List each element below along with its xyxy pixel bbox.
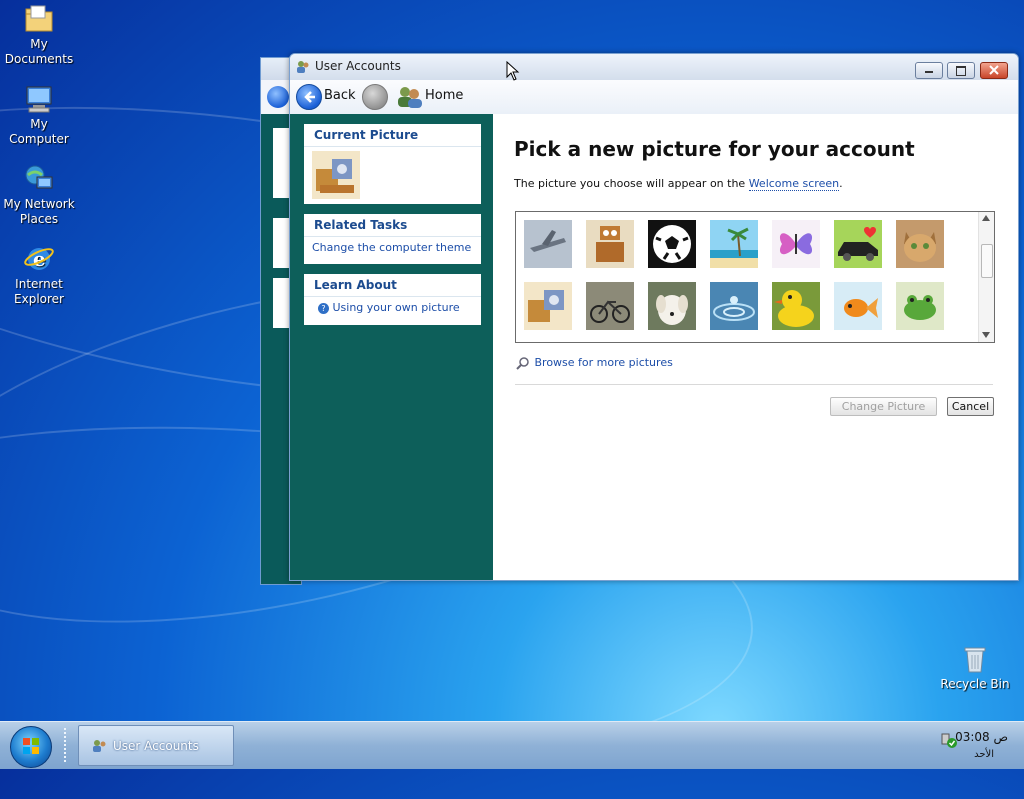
picture-car[interactable] bbox=[834, 220, 882, 268]
minimize-icon bbox=[925, 71, 933, 73]
internet-explorer-icon: e bbox=[23, 243, 55, 275]
picture-robot[interactable] bbox=[586, 220, 634, 268]
change-picture-button[interactable]: Change Picture bbox=[830, 397, 937, 416]
desktop-icon-my-computer[interactable]: My Computer bbox=[0, 83, 78, 147]
picture-soccer-ball[interactable] bbox=[648, 220, 696, 268]
desktop-icon-label: Explorer bbox=[14, 292, 64, 306]
forward-arrow-icon[interactable] bbox=[362, 84, 388, 110]
panel-heading: Learn About bbox=[304, 274, 481, 297]
maximize-button[interactable] bbox=[947, 62, 975, 79]
help-icon: ? bbox=[318, 302, 329, 314]
back-icon[interactable] bbox=[267, 86, 289, 108]
related-tasks-panel: Related Tasks Change the computer theme bbox=[304, 214, 481, 264]
clock-day: الأحد bbox=[974, 749, 994, 760]
picture-puppy[interactable] bbox=[648, 282, 696, 330]
home-button-label[interactable]: Home bbox=[425, 88, 463, 103]
taskbar-button-user-accounts[interactable]: User Accounts bbox=[78, 725, 234, 766]
cancel-button[interactable]: Cancel bbox=[947, 397, 994, 416]
back-arrow-icon[interactable] bbox=[296, 84, 322, 110]
back-button-label[interactable]: Back bbox=[324, 88, 356, 103]
welcome-screen-link[interactable]: Welcome screen bbox=[748, 177, 840, 191]
recycle-bin-icon bbox=[959, 643, 991, 675]
current-picture-panel: Current Picture bbox=[304, 124, 481, 204]
gallery-scrollbar[interactable] bbox=[978, 212, 994, 342]
navigation-toolbar: Back Home bbox=[290, 80, 1018, 115]
scroll-up-icon[interactable] bbox=[982, 215, 990, 221]
start-button[interactable] bbox=[10, 726, 52, 768]
desktop-icon-label: My bbox=[30, 37, 48, 51]
current-picture-thumbnail bbox=[312, 151, 360, 199]
learn-about-panel: Learn About ? Using your own picture bbox=[304, 274, 481, 325]
picture-kitten[interactable] bbox=[896, 220, 944, 268]
description-text: The picture you choose will appear on th… bbox=[514, 177, 843, 191]
picture-beach[interactable] bbox=[710, 220, 758, 268]
desktop-icon-label: My Network bbox=[3, 197, 75, 211]
own-picture-help-link[interactable]: ? Using your own picture bbox=[304, 297, 481, 319]
browse-link-label: Browse for more pictures bbox=[534, 356, 673, 369]
clock-time[interactable]: 03:08 ص bbox=[955, 730, 1008, 744]
desktop-icon-label: My Computer bbox=[9, 117, 69, 146]
task-sidebar: Current Picture Related Tasks Change the… bbox=[290, 114, 493, 580]
scroll-thumb[interactable] bbox=[981, 244, 993, 278]
folder-icon bbox=[23, 3, 55, 35]
computer-icon bbox=[23, 83, 55, 115]
desktop-icon-recycle-bin[interactable]: Recycle Bin bbox=[936, 643, 1014, 692]
picture-gallery bbox=[515, 211, 995, 343]
change-theme-link[interactable]: Change the computer theme bbox=[304, 237, 481, 259]
mouse-cursor-icon bbox=[506, 61, 520, 81]
desktop-icon-label: Places bbox=[19, 212, 59, 226]
desktop-icon-label: Recycle Bin bbox=[940, 677, 1010, 691]
panel-heading: Related Tasks bbox=[304, 214, 481, 237]
page-title: Pick a new picture for your account bbox=[514, 137, 915, 161]
system-tray: 03:08 ص الأحد bbox=[934, 725, 1014, 765]
picture-goldfish[interactable] bbox=[834, 282, 882, 330]
user-accounts-icon bbox=[296, 60, 310, 74]
picture-bicycle[interactable] bbox=[586, 282, 634, 330]
taskbar-grip[interactable] bbox=[64, 728, 70, 762]
desktop-icon-network-places[interactable]: My Network Places bbox=[0, 163, 78, 227]
picture-airplane[interactable] bbox=[524, 220, 572, 268]
picture-butterfly[interactable] bbox=[772, 220, 820, 268]
minimize-button[interactable] bbox=[915, 62, 943, 79]
close-button[interactable] bbox=[980, 62, 1008, 79]
scroll-down-icon[interactable] bbox=[982, 332, 990, 338]
picture-rubber-duck[interactable] bbox=[772, 282, 820, 330]
picture-picker-content: Pick a new picture for your account The … bbox=[493, 114, 1018, 580]
windows-logo-icon bbox=[23, 738, 39, 754]
picture-robot-toy[interactable] bbox=[524, 282, 572, 330]
taskbar-button-label: User Accounts bbox=[113, 739, 199, 753]
description-prefix: The picture you choose will appear on th… bbox=[514, 177, 749, 190]
close-icon bbox=[989, 65, 999, 75]
help-link-label: Using your own picture bbox=[332, 301, 460, 314]
description-suffix: . bbox=[839, 177, 843, 190]
picture-frog[interactable] bbox=[896, 282, 944, 330]
taskbar: User Accounts 03:08 ص الأحد bbox=[0, 721, 1024, 769]
home-users-icon[interactable] bbox=[397, 85, 423, 109]
window-title: User Accounts bbox=[315, 59, 401, 73]
user-accounts-icon bbox=[93, 740, 106, 752]
network-icon bbox=[23, 163, 55, 195]
maximize-icon bbox=[956, 66, 966, 76]
panel-heading: Current Picture bbox=[304, 124, 481, 147]
browse-pictures-link[interactable]: Browse for more pictures bbox=[515, 356, 673, 370]
magnifier-icon bbox=[516, 357, 529, 370]
desktop-icon-label: Internet bbox=[15, 277, 63, 291]
window-titlebar[interactable]: User Accounts bbox=[290, 54, 1018, 80]
desktop-icon-internet-explorer[interactable]: e Internet Explorer bbox=[0, 243, 78, 307]
desktop-icon-label: Documents bbox=[4, 52, 74, 66]
desktop-icon-my-documents[interactable]: My Documents bbox=[0, 3, 78, 67]
divider bbox=[515, 384, 993, 385]
user-accounts-window[interactable]: User Accounts Back Home Current Picture bbox=[289, 53, 1019, 581]
picture-water-drop[interactable] bbox=[710, 282, 758, 330]
